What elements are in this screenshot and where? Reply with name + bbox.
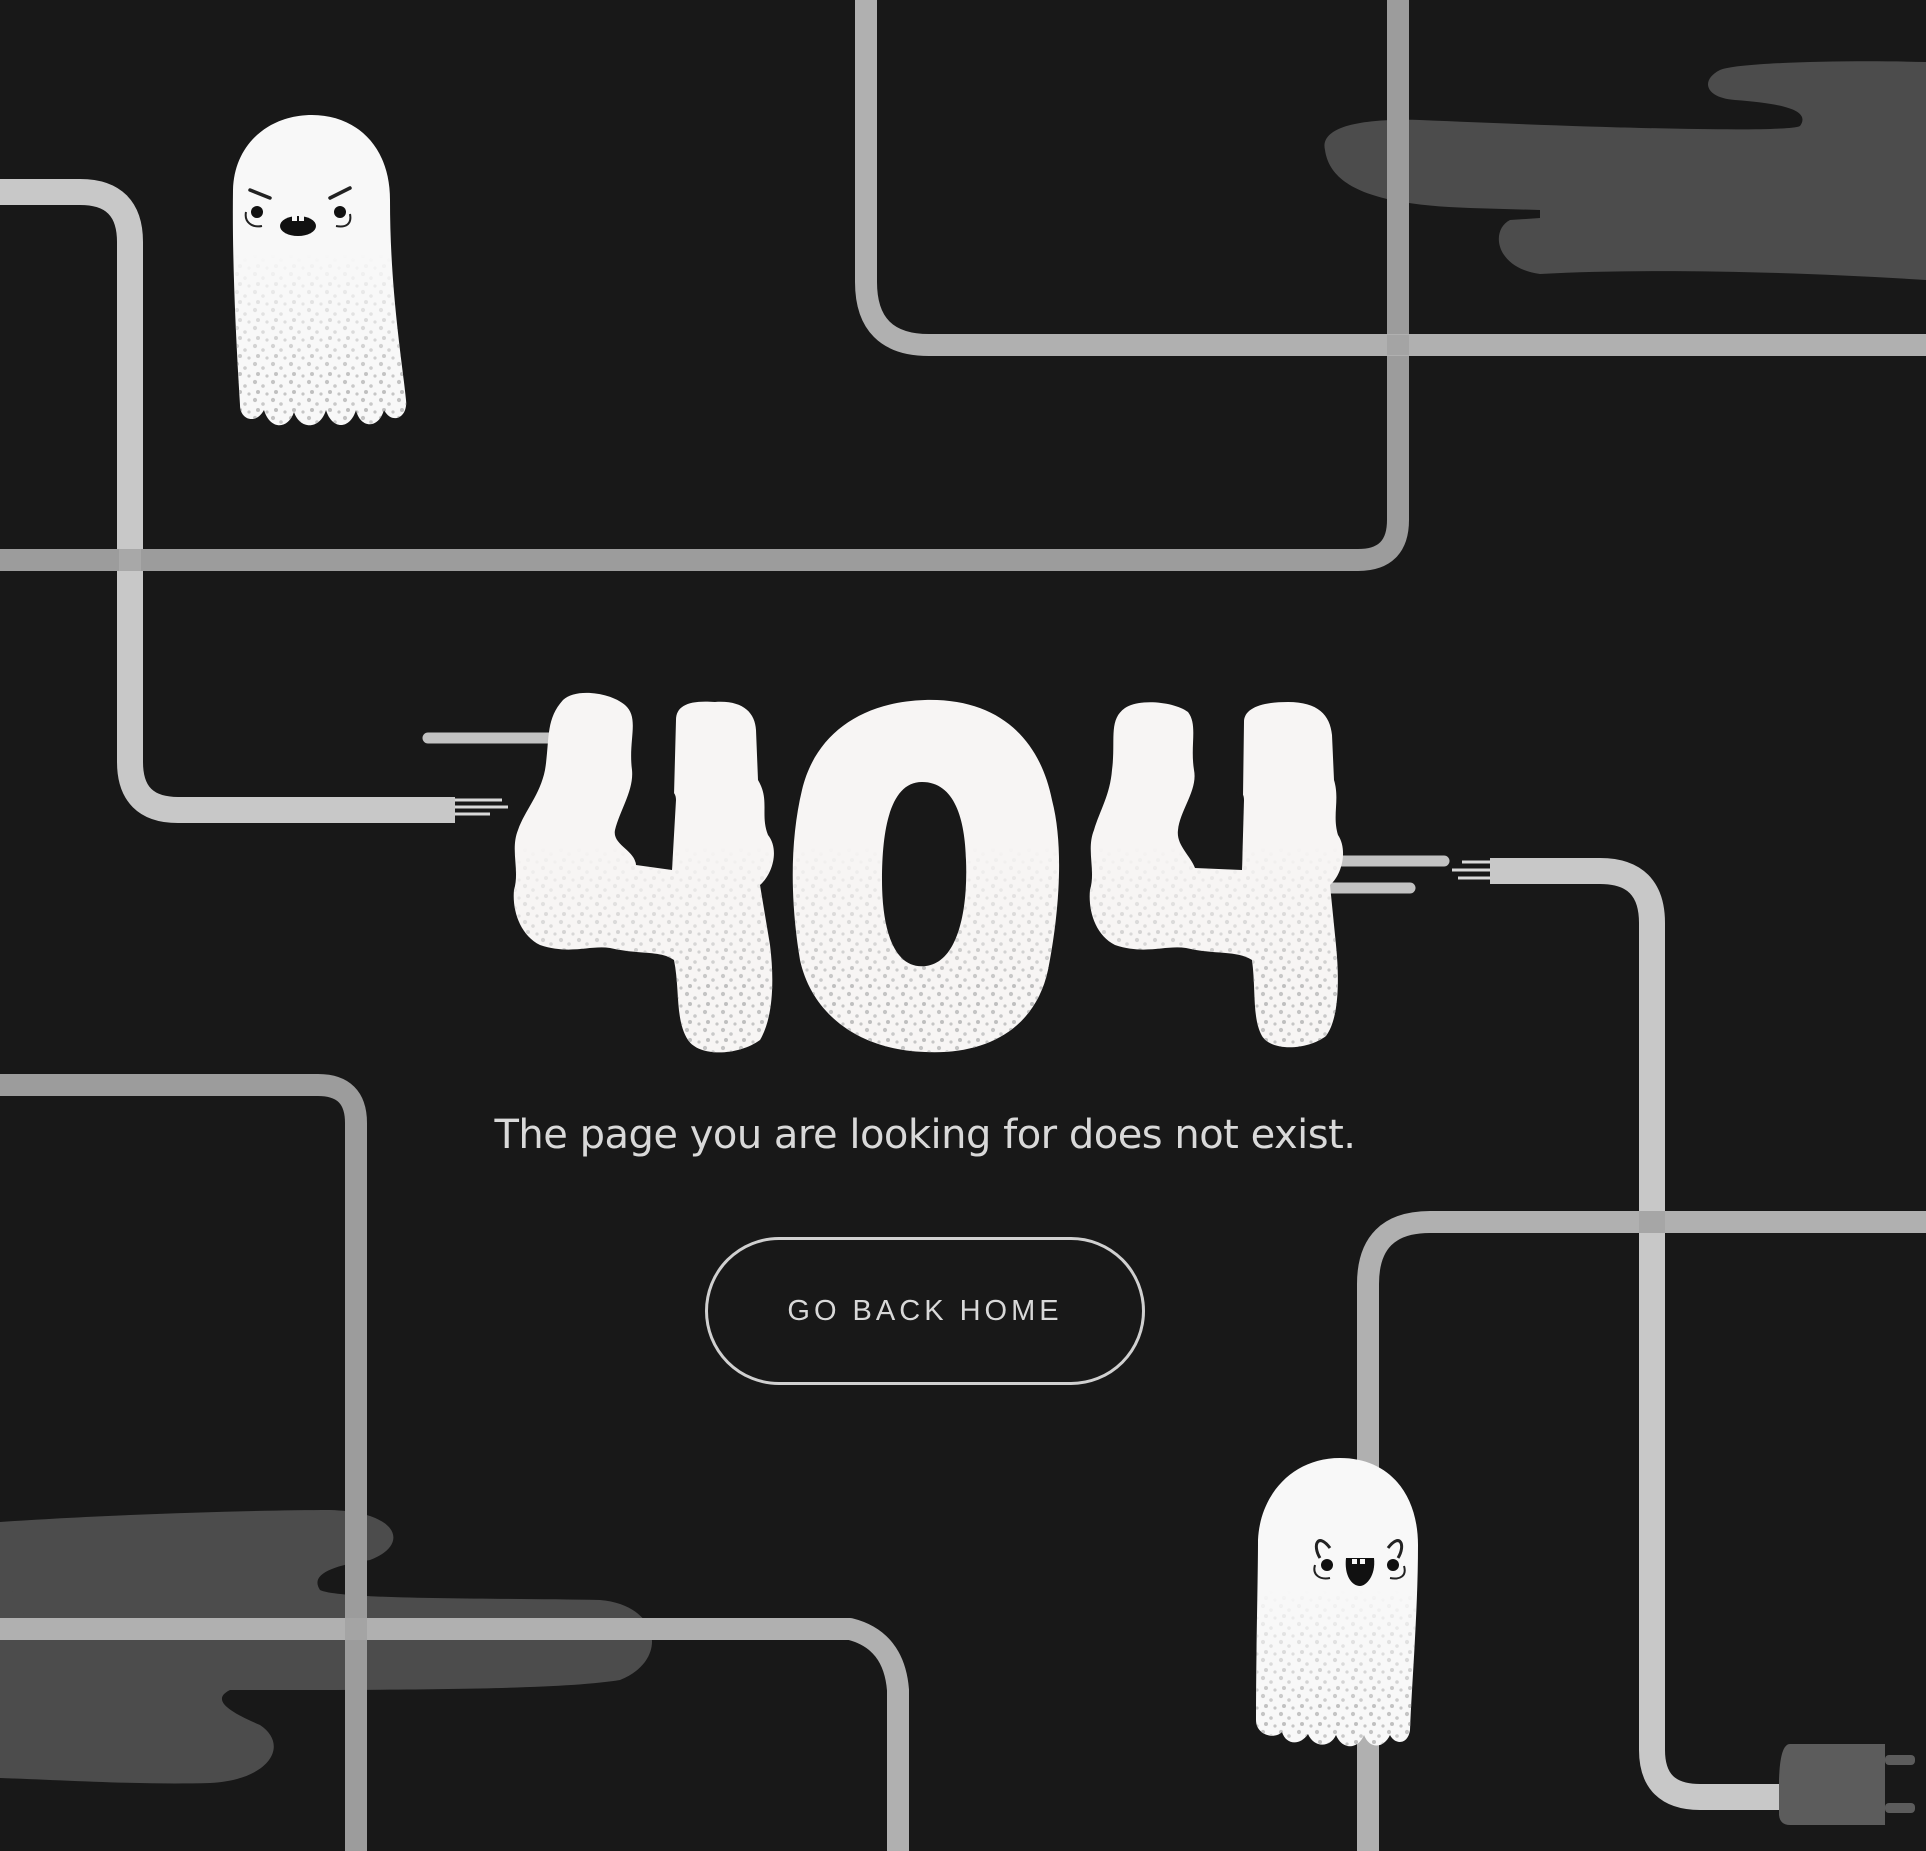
cable-end-right-wires: [1452, 860, 1490, 880]
digit-four-right: [1089, 702, 1344, 1048]
cable-end-left-wires: [455, 798, 508, 816]
illustration-layer: [0, 0, 1926, 1851]
digit-four-left: [513, 692, 774, 1053]
error-code-graphic: [513, 692, 1344, 1053]
angry-ghost-icon: [232, 115, 407, 426]
smoke-bottom-left: [0, 1510, 653, 1784]
power-plug-icon: [1779, 1744, 1915, 1825]
go-back-home-button[interactable]: GO BACK HOME: [705, 1237, 1145, 1385]
smoke-top-right: [1324, 61, 1926, 280]
error-message: The page you are looking for does not ex…: [494, 1112, 1356, 1158]
digit-zero: [792, 699, 1060, 1053]
error-page: The page you are looking for does not ex…: [0, 0, 1926, 1851]
happy-ghost-icon: [1256, 1458, 1418, 1747]
